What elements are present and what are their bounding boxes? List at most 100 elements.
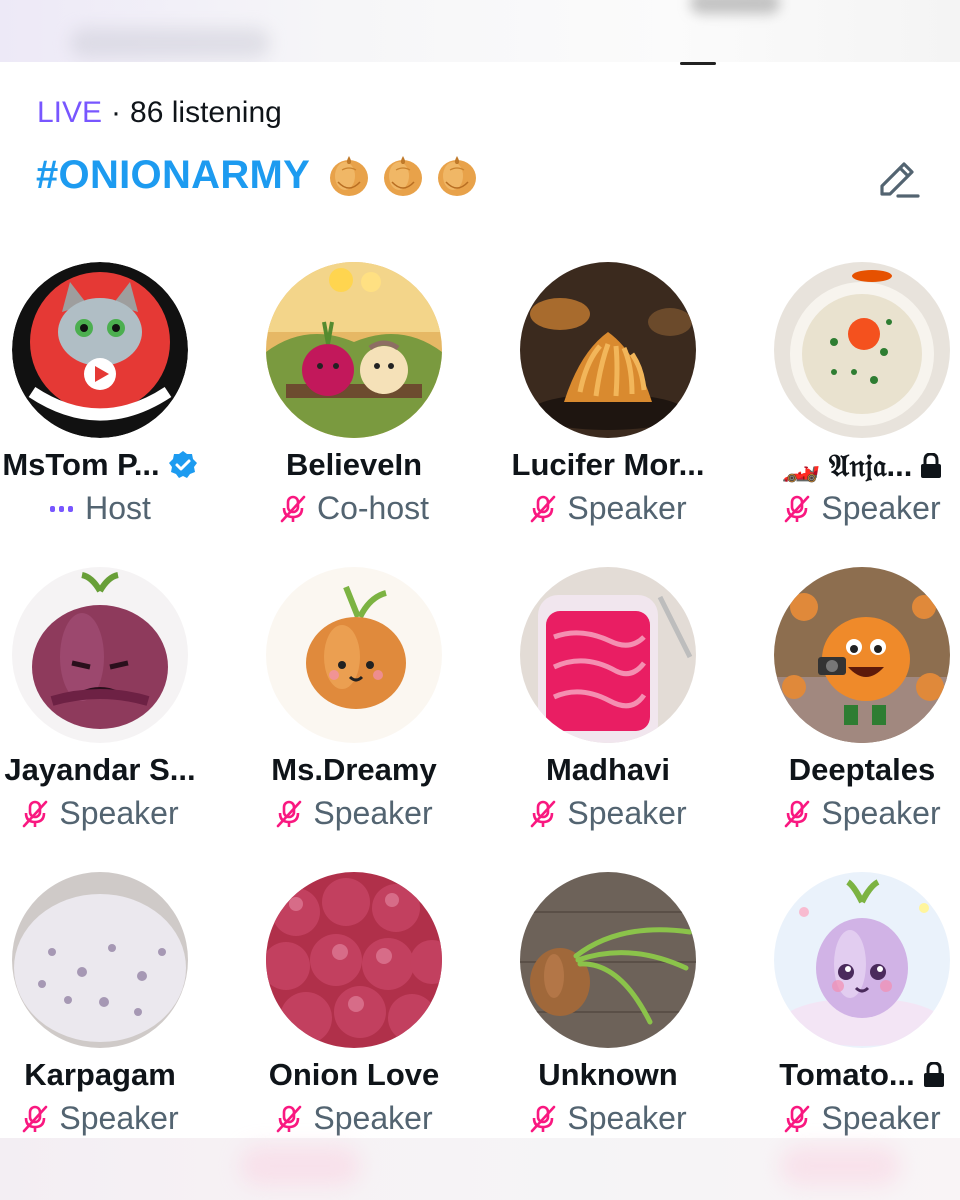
participant-role: Host: [85, 490, 151, 526]
name-row: Tomato...: [735, 1057, 960, 1093]
space-title-row: #ONIONARMY: [36, 150, 482, 200]
name-row: Ms.Dreamy: [227, 752, 481, 788]
participant-card[interactable]: Ms.Dreamy Speaker: [227, 567, 481, 867]
mic-muted-icon: [529, 1104, 557, 1134]
participant-role: Speaker: [567, 795, 687, 831]
role-row: Speaker: [735, 1100, 960, 1137]
avatar[interactable]: [12, 872, 188, 1048]
participant-name: BelieveIn: [285, 447, 423, 482]
participant-card[interactable]: Onion Love Speaker: [227, 872, 481, 1172]
participant-name: Jayandar S...: [4, 752, 196, 787]
role-row: Co-host: [227, 490, 481, 527]
participant-name: Madhavi: [545, 752, 671, 787]
name-row: 🏎️ 𝔄𝔫𝔧𝔞...: [735, 447, 960, 485]
role-row: Speaker: [0, 1100, 227, 1137]
host-dots-icon: [49, 502, 75, 516]
role-row: Speaker: [481, 795, 735, 832]
mic-muted-icon: [529, 494, 557, 524]
name-row: Unknown: [481, 1057, 735, 1093]
name-row: Lucifer Mor...: [481, 447, 735, 483]
participant-role: Speaker: [59, 795, 179, 831]
mic-muted-icon: [275, 799, 303, 829]
participant-card[interactable]: Deeptales Speaker: [735, 567, 960, 867]
avatar[interactable]: [520, 567, 696, 743]
avatar[interactable]: [266, 567, 442, 743]
mic-muted-icon: [783, 799, 811, 829]
name-row: BelieveIn: [227, 447, 481, 483]
participant-card[interactable]: Jayandar S... Speaker: [0, 567, 227, 867]
avatar[interactable]: [12, 567, 188, 743]
background-blur-bottom: [0, 1138, 960, 1200]
mic-muted-icon: [783, 1104, 811, 1134]
role-row: Speaker: [227, 1100, 481, 1137]
avatar[interactable]: [266, 872, 442, 1048]
lock-icon: [920, 453, 942, 479]
onion-icon: [378, 150, 428, 200]
avatar[interactable]: [12, 262, 188, 438]
avatar[interactable]: [520, 262, 696, 438]
avatar[interactable]: [774, 262, 950, 438]
role-row: Speaker: [481, 490, 735, 527]
role-row: Speaker: [481, 1100, 735, 1137]
name-row: MsTom P...: [0, 447, 227, 483]
participant-role: Co-host: [316, 490, 430, 526]
mic-muted-icon: [275, 1104, 303, 1134]
mic-muted-icon: [21, 1104, 49, 1134]
space-sheet: LIVE · 86 listening #ONIONARMY MsTom P..…: [0, 62, 960, 1138]
participant-role: Speaker: [567, 490, 687, 526]
participant-role: Speaker: [821, 795, 941, 831]
participant-role: Speaker: [821, 1100, 941, 1136]
role-row: Speaker: [735, 490, 960, 527]
separator-dot: ·: [111, 96, 122, 129]
role-row: Host: [0, 490, 227, 527]
participant-card[interactable]: Madhavi Speaker: [481, 567, 735, 867]
participant-name: MsTom P...: [2, 447, 160, 482]
participant-name: Tomato...: [779, 1057, 915, 1092]
participant-card[interactable]: Lucifer Mor... Speaker: [481, 262, 735, 562]
mic-muted-icon: [529, 799, 557, 829]
live-status: LIVE · 86 listening: [37, 96, 282, 130]
participant-name: 🏎️ 𝔄𝔫𝔧𝔞...: [781, 448, 913, 483]
participant-name: Deeptales: [788, 752, 936, 787]
participant-card[interactable]: Tomato... Speaker: [735, 872, 960, 1172]
participant-role: Speaker: [313, 1100, 433, 1136]
name-row: Karpagam: [0, 1057, 227, 1093]
name-row: Deeptales: [735, 752, 960, 788]
participant-card[interactable]: 🏎️ 𝔄𝔫𝔧𝔞... Speaker: [735, 262, 960, 562]
role-row: Speaker: [735, 795, 960, 832]
mic-muted-icon: [279, 494, 307, 524]
participant-name: Lucifer Mor...: [511, 447, 705, 482]
sheet-grabber[interactable]: [680, 62, 716, 65]
participant-role: Speaker: [313, 795, 433, 831]
live-label: LIVE: [37, 96, 103, 129]
participant-name: Karpagam: [24, 1057, 176, 1092]
participant-card[interactable]: MsTom P... Host: [0, 262, 227, 562]
avatar[interactable]: [520, 872, 696, 1048]
name-row: Jayandar S...: [0, 752, 227, 788]
avatar[interactable]: [774, 567, 950, 743]
edit-button[interactable]: [872, 152, 924, 204]
participant-name: Onion Love: [268, 1057, 440, 1092]
verified-icon: [168, 450, 198, 480]
mic-muted-icon: [21, 799, 49, 829]
background-blur-top: [0, 0, 960, 62]
name-row: Madhavi: [481, 752, 735, 788]
avatar[interactable]: [774, 872, 950, 1048]
lock-icon: [923, 1062, 945, 1088]
onion-emojis: [324, 150, 482, 200]
participant-card[interactable]: Karpagam Speaker: [0, 872, 227, 1172]
participant-name: Ms.Dreamy: [271, 752, 437, 787]
mic-muted-icon: [783, 494, 811, 524]
participant-role: Speaker: [567, 1100, 687, 1136]
avatar[interactable]: [266, 262, 442, 438]
participant-card[interactable]: BelieveIn Co-host: [227, 262, 481, 562]
role-row: Speaker: [227, 795, 481, 832]
edit-pencil-icon: [880, 162, 920, 198]
participant-name: Unknown: [538, 1057, 678, 1092]
name-row: Onion Love: [227, 1057, 481, 1093]
role-row: Speaker: [0, 795, 227, 832]
participant-role: Speaker: [59, 1100, 179, 1136]
participant-role: Speaker: [821, 490, 941, 526]
participant-card[interactable]: Unknown Speaker: [481, 872, 735, 1172]
listener-count: 86 listening: [130, 96, 282, 129]
